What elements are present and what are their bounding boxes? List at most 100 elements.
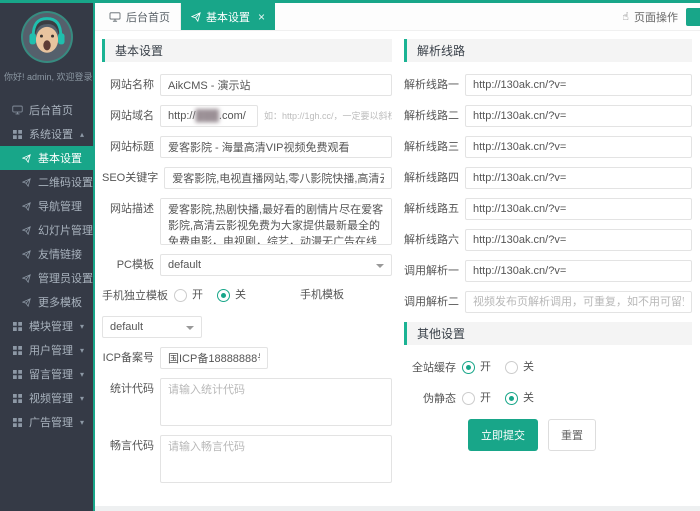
sidebar-item-module-management[interactable]: 模块管理 ▾ [0, 314, 93, 338]
radio-cache-off[interactable] [505, 361, 518, 374]
site-description-row: 网站描述 爱客影院,热剧快播,最好看的剧情片尽在爱客影院,高清云影视免费为大家提… [102, 198, 392, 245]
site-description-textarea[interactable]: 爱客影院,热剧快播,最好看的剧情片尽在爱客影院,高清云影视免费为大家提供最新最全… [160, 198, 392, 245]
tab-basic-settings[interactable]: 基本设置 × [181, 3, 275, 30]
sidebar-item-label: 系统设置 [29, 126, 73, 142]
parse-line-row: 解析线路四 [404, 167, 692, 189]
radio-mobile-on[interactable] [174, 289, 187, 302]
sidebar-item-user-management[interactable]: 用户管理 ▾ [0, 338, 93, 362]
parse-line-5-input[interactable] [465, 198, 692, 220]
parse-line-row: 解析线路一 [404, 74, 692, 96]
parse-line-4-input[interactable] [465, 167, 692, 189]
site-title-input[interactable] [160, 136, 392, 158]
grid-icon [12, 370, 23, 379]
tab-dashboard[interactable]: 后台首页 [99, 3, 181, 30]
avatar[interactable] [21, 11, 73, 63]
field-label: ICP备案号 [102, 347, 160, 369]
sidebar-item-admin-settings[interactable]: 管理员设置 [0, 266, 93, 290]
tab-label: 后台首页 [126, 9, 170, 25]
caret-down-icon: ▾ [80, 346, 84, 355]
caret-down-icon: ▾ [80, 370, 84, 379]
field-label: 解析线路四 [404, 167, 465, 189]
radio-label: 关 [523, 388, 534, 409]
admin-app: 你好! admin, 欢迎登录 后台首页 系统设置 ▴ 基本设置 [0, 0, 700, 511]
field-label: 解析线路六 [404, 229, 465, 251]
parse-line-row: 解析线路二 [404, 105, 692, 127]
comment-code-row: 畅言代码 [102, 435, 392, 483]
site-domain-input[interactable]: http:// ███ .com/ [160, 105, 258, 127]
section-title-parse: 解析线路 [404, 39, 692, 62]
field-label: 调用解析一 [404, 260, 465, 282]
send-icon [21, 226, 32, 235]
sidebar-item-slideshow-management[interactable]: 幻灯片管理 [0, 218, 93, 242]
sidebar-item-video-management[interactable]: 视频管理 ▾ [0, 386, 93, 410]
sidebar-item-label: 视频管理 [29, 390, 73, 406]
mobile-template-select[interactable]: default [102, 316, 202, 338]
domain-masked: ███ [196, 110, 219, 122]
submit-button[interactable]: 立即提交 [468, 419, 538, 451]
sidebar-item-nav-management[interactable]: 导航管理 [0, 194, 93, 218]
sidebar-item-label: 基本设置 [38, 150, 82, 166]
parse-line-2-input[interactable] [465, 105, 692, 127]
parse-line-6-input[interactable] [465, 229, 692, 251]
domain-suffix: .com/ [219, 110, 246, 122]
call-parse-2-input[interactable] [465, 291, 692, 313]
sidebar-item-ad-management[interactable]: 广告管理 ▾ [0, 410, 93, 434]
avatar-wrap: 你好! admin, 欢迎登录 [0, 3, 93, 98]
sidebar-item-more-templates[interactable]: 更多模板 [0, 290, 93, 314]
parse-line-row: 调用解析二 [404, 291, 692, 313]
monitor-icon [12, 105, 23, 115]
reset-button[interactable]: 重置 [548, 419, 596, 451]
comment-code-textarea[interactable] [160, 435, 392, 483]
call-parse-1-input[interactable] [465, 260, 692, 282]
domain-hint: 如：http://1gh.cc/，一定要以斜杠结尾，否则出错！ [264, 105, 392, 127]
radio-pseudo-off[interactable] [505, 392, 518, 405]
radio-label: 开 [192, 285, 203, 306]
sidebar-item-friend-links[interactable]: 友情链接 [0, 242, 93, 266]
send-icon [21, 274, 32, 283]
field-label: 全站缓存 [404, 357, 462, 379]
sidebar-item-qrcode-settings[interactable]: 二维码设置 [0, 170, 93, 194]
content: 基本设置 网站名称 网站域名 http:// ███ .com/ 如：http:… [95, 31, 700, 506]
caret-down-icon: ▾ [80, 394, 84, 403]
sidebar-item-system-settings[interactable]: 系统设置 ▴ [0, 122, 93, 146]
icp-row: ICP备案号 [102, 347, 392, 369]
send-icon [21, 202, 32, 211]
close-icon[interactable]: × [258, 11, 265, 23]
bottom-strip [95, 506, 700, 511]
form-actions: 立即提交 重置 [468, 419, 692, 451]
sidebar-item-message-management[interactable]: 留言管理 ▾ [0, 362, 93, 386]
field-label: 解析线路一 [404, 74, 465, 96]
seo-keywords-input[interactable] [164, 167, 392, 189]
selected-value: default [168, 259, 201, 271]
radio-mobile-off[interactable] [217, 289, 230, 302]
main-area: 后台首页 基本设置 × ☝ 页面操作 基本设置 网站名称 [95, 3, 700, 511]
parse-line-3-input[interactable] [465, 136, 692, 158]
radio-pseudo-on[interactable] [462, 392, 475, 405]
avatar-image [23, 13, 71, 61]
sidebar-item-home[interactable]: 后台首页 [0, 98, 93, 122]
field-label: 解析线路三 [404, 136, 465, 158]
parse-line-1-input[interactable] [465, 74, 692, 96]
caret-down-icon: ▾ [80, 322, 84, 331]
sidebar-item-label: 管理员设置 [38, 270, 93, 286]
monitor-icon [109, 12, 121, 22]
section-title-basic: 基本设置 [102, 39, 392, 62]
stats-code-row: 统计代码 [102, 378, 392, 426]
mobile-independent-row: 手机独立模板 开 关 手机模板 [102, 285, 392, 307]
sidebar-item-label: 用户管理 [29, 342, 73, 358]
icp-input[interactable] [160, 347, 268, 369]
sidebar-item-label: 导航管理 [38, 198, 82, 214]
grid-icon [12, 346, 23, 355]
site-name-input[interactable] [160, 74, 392, 96]
sidebar-item-basic-settings[interactable]: 基本设置 [0, 146, 93, 170]
field-label: PC模板 [102, 254, 160, 276]
sidebar-item-label: 友情链接 [38, 246, 82, 262]
sidebar-item-label: 广告管理 [29, 414, 73, 430]
hand-icon: ☝ [622, 10, 629, 23]
domain-prefix: http:// [168, 110, 196, 122]
field-label: 网站名称 [102, 74, 160, 96]
stats-code-textarea[interactable] [160, 378, 392, 426]
pc-template-select[interactable]: default [160, 254, 392, 276]
edge-button[interactable] [686, 8, 700, 26]
radio-cache-on[interactable] [462, 361, 475, 374]
